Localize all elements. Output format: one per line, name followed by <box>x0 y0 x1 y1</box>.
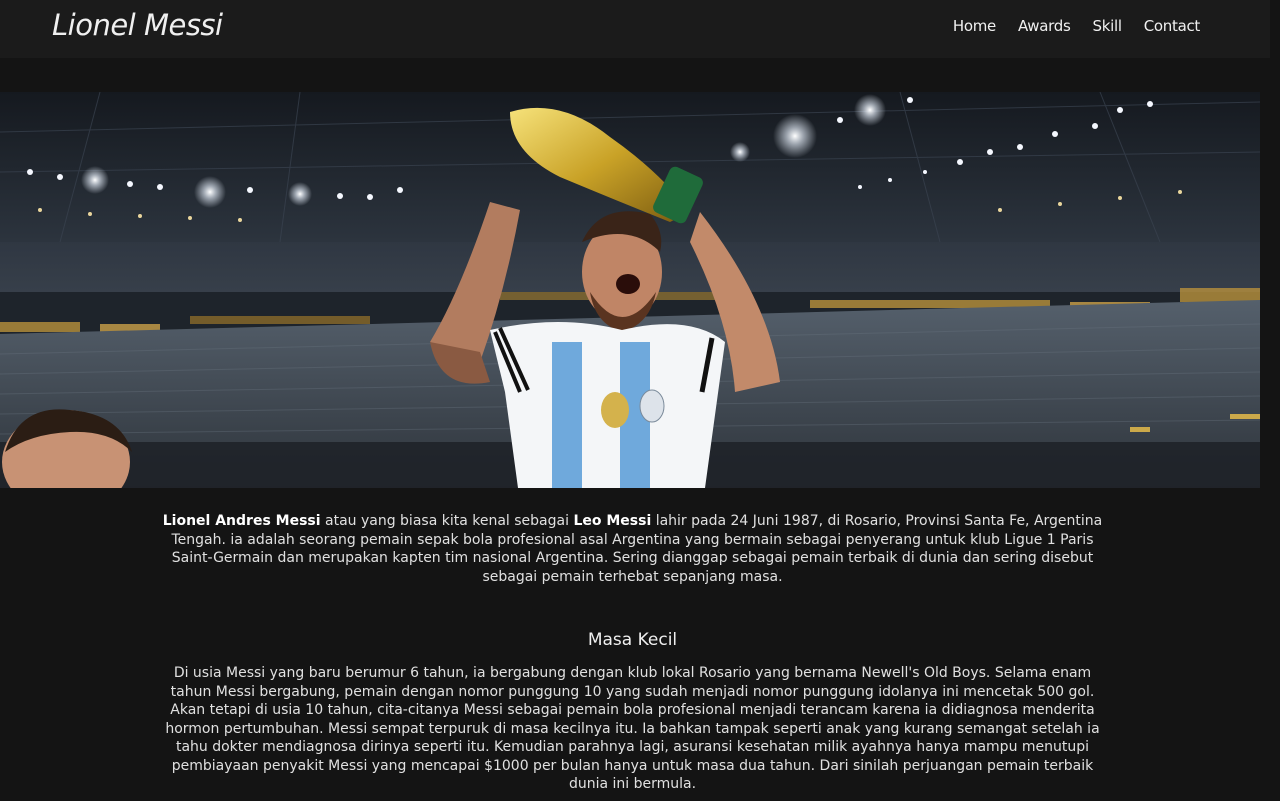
brand-logo[interactable]: Lionel Messi <box>52 8 223 42</box>
navbar: Lionel Messi Home Awards Skill Contact <box>0 0 1270 58</box>
intro-text-1: atau yang biasa kita kenal sebagai <box>320 513 574 529</box>
intro-name: Lionel Andres Messi <box>162 513 321 529</box>
nav-awards[interactable]: Awards <box>1018 17 1071 35</box>
page-edge <box>1270 0 1280 58</box>
intro-nickname: Leo Messi <box>573 513 652 529</box>
hero-image <box>0 92 1260 488</box>
section-title-masa-kecil: Masa Kecil <box>587 630 678 650</box>
masa-kecil-paragraph: Di usia Messi yang baru berumur 6 tahun,… <box>165 665 1100 792</box>
messi-trophy-photo <box>0 92 1260 488</box>
nav-skill[interactable]: Skill <box>1093 17 1123 35</box>
nav-contact[interactable]: Contact <box>1144 17 1201 35</box>
intro-paragraph: Lionel Andres Messi atau yang biasa kita… <box>160 512 1105 586</box>
nav-links: Home Awards Skill Contact <box>953 17 1200 35</box>
nav-home[interactable]: Home <box>953 17 996 35</box>
